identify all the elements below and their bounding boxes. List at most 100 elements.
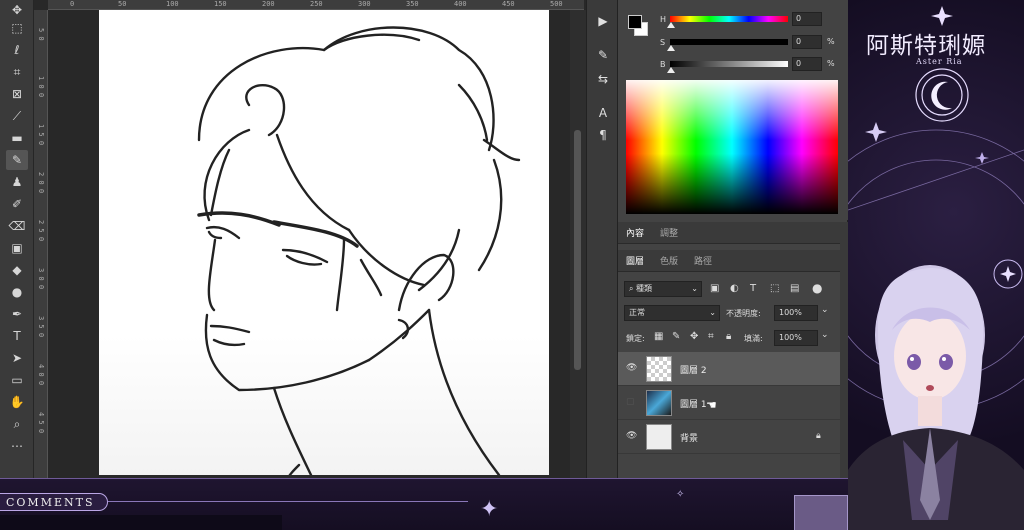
ruler-tick: 350 (406, 0, 419, 8)
dodge-tool-icon[interactable]: ● (6, 282, 28, 302)
ruler-tick: 2 5 0 (37, 220, 45, 242)
layer-row[interactable]: ▢ 圖層 1 ☚ (618, 386, 840, 420)
opacity-field[interactable]: 100% (774, 305, 818, 321)
shape-filter-icon[interactable]: ⬚ (770, 283, 779, 294)
more-tools-icon[interactable]: ⋯ (6, 436, 28, 456)
saturation-slider[interactable] (670, 39, 788, 45)
layer-name[interactable]: 圖層 2 (680, 363, 707, 376)
hue-slider-knob[interactable] (667, 22, 675, 28)
visibility-eye-icon[interactable]: 👁︎ (626, 363, 637, 373)
panel-scrollbar[interactable] (840, 230, 848, 478)
paragraph-panel-icon[interactable]: ¶ (594, 126, 612, 144)
saturation-slider-knob[interactable] (667, 45, 675, 51)
zoom-tool-icon[interactable]: ⌕ (6, 414, 28, 434)
eyedropper-tool-icon[interactable]: ⟋ (6, 106, 28, 126)
visibility-off-box[interactable]: ▢ (626, 397, 635, 407)
pixel-filter-icon[interactable]: ▣ (710, 283, 719, 294)
horizontal-ruler: 0 50 100 150 200 250 300 350 400 450 500 (48, 0, 584, 10)
brightness-unit: % (827, 59, 835, 68)
ruler-tick: 500 (550, 0, 563, 8)
lock-icon: 🔒︎ (816, 431, 821, 441)
type-tool-icon[interactable]: T (6, 326, 28, 346)
color-spectrum[interactable] (626, 80, 838, 214)
vertical-scrollbar[interactable] (570, 10, 586, 478)
layer-thumbnail (646, 424, 672, 450)
lock-transparent-icon[interactable]: ▦ (654, 331, 663, 342)
tools-panel: ✥ ⬚ ℓ ⌗ ⊠ ⟋ ▬ ✎ ♟ ✐ ⌫ ▣ ◆ ● ✒ T ➤ ▭ ✋ ⌕ … (0, 0, 34, 478)
brightness-slider-knob[interactable] (667, 67, 675, 73)
gradient-tool-icon[interactable]: ▣ (6, 238, 28, 258)
marquee-tool-icon[interactable]: ⬚ (6, 18, 28, 38)
hue-slider[interactable] (670, 16, 788, 22)
smart-object-filter-icon[interactable]: ▤ (790, 283, 799, 294)
move-tool-icon[interactable]: ✥ (6, 0, 28, 20)
lock-position-icon[interactable]: ✥ (690, 331, 698, 342)
brightness-slider[interactable] (670, 61, 788, 67)
lock-label: 鎖定: (626, 334, 645, 343)
vertical-ruler: 5 0 1 0 0 1 5 0 2 0 0 2 5 0 3 0 0 3 5 0 … (34, 10, 48, 478)
history-brush-tool-icon[interactable]: ✐ (6, 194, 28, 214)
stream-overlay: 阿斯特琍嫄 Aster Ria (848, 0, 1024, 530)
tab-channels[interactable]: 色版 (660, 254, 678, 267)
brightness-value-field[interactable]: 0 (792, 57, 822, 71)
visibility-eye-icon[interactable]: 👁︎ (626, 431, 637, 441)
brush-settings-icon[interactable]: ✎ (594, 46, 612, 64)
ruler-tick: 2 0 0 (37, 172, 45, 194)
opacity-chevron-icon[interactable]: ⌄ (821, 305, 829, 315)
shape-tool-icon[interactable]: ▭ (6, 370, 28, 390)
drawing-canvas[interactable] (99, 10, 549, 475)
play-actions-icon[interactable]: ▶ (594, 12, 612, 30)
layers-tabs: 圖層 色版 路徑 (618, 250, 848, 272)
pen-tool-icon[interactable]: ✒ (6, 304, 28, 324)
ruler-tick: 1 0 0 (37, 76, 45, 98)
brush-presets-icon[interactable]: ⇆ (594, 70, 612, 88)
stamp-tool-icon[interactable]: ♟ (6, 172, 28, 192)
layer-name[interactable]: 背景 (680, 431, 698, 444)
layer-row[interactable]: 👁︎ 背景 🔒︎ (618, 420, 840, 454)
properties-tabs: 內容 調整 (618, 222, 848, 244)
fill-field[interactable]: 100% (774, 330, 818, 346)
document-window: 0 50 100 150 200 250 300 350 400 450 500… (34, 0, 586, 478)
ruler-tick: 3 5 0 (37, 316, 45, 338)
star-decoration-icon: ✦ (480, 497, 499, 522)
stream-bottom-bar: COMMENTS ✦ ✧ (0, 478, 848, 530)
type-filter-icon[interactable]: T (750, 283, 756, 294)
tab-properties[interactable]: 內容 (626, 226, 644, 239)
tab-adjustments[interactable]: 調整 (660, 226, 678, 239)
crop-tool-icon[interactable]: ⌗ (6, 62, 28, 82)
frame-tool-icon[interactable]: ⊠ (6, 84, 28, 104)
ruler-tick: 5 0 (37, 28, 45, 41)
lasso-tool-icon[interactable]: ℓ (6, 40, 28, 60)
lock-artboard-icon[interactable]: ⌗ (708, 331, 714, 342)
lock-all-icon[interactable]: 🔒︎ (726, 331, 731, 342)
tab-paths[interactable]: 路徑 (694, 254, 712, 267)
layer-filter-value: 種類 (636, 284, 653, 293)
constellation-decoration (848, 6, 1024, 530)
eraser-tool-icon[interactable]: ⌫ (6, 216, 28, 236)
layer-name[interactable]: 圖層 1 (680, 397, 707, 410)
adjustment-filter-icon[interactable]: ◐ (730, 283, 739, 294)
ruler-tick: 400 (454, 0, 467, 8)
brush-tool-icon[interactable]: ✎ (6, 150, 28, 170)
star-decoration-icon: ✧ (676, 489, 685, 500)
ruler-tick: 3 0 0 (37, 268, 45, 290)
hue-value-field[interactable]: 0 (792, 12, 822, 26)
ruler-tick: 0 (70, 0, 75, 8)
saturation-label: S (660, 38, 666, 47)
healing-brush-tool-icon[interactable]: ▬ (6, 128, 28, 148)
fill-chevron-icon[interactable]: ⌄ (821, 330, 829, 340)
hand-tool-icon[interactable]: ✋ (6, 392, 28, 412)
character-panel-icon[interactable]: A (594, 104, 612, 122)
path-selection-tool-icon[interactable]: ➤ (6, 348, 28, 368)
lock-pixels-icon[interactable]: ✎ (672, 331, 680, 342)
saturation-value-field[interactable]: 0 (792, 35, 822, 49)
tab-layers[interactable]: 圖層 (626, 254, 644, 267)
blend-mode-select[interactable]: 正常 ⌄ (624, 305, 720, 321)
layer-filter-select[interactable]: ⌕ 種類 ⌄ (624, 281, 702, 297)
blur-tool-icon[interactable]: ◆ (6, 260, 28, 280)
panel-dock-strip: ▶ ✎ ⇆ A ¶ (586, 0, 618, 478)
layer-row[interactable]: 👁︎ 圖層 2 (618, 352, 840, 386)
filter-toggle-icon[interactable]: ● (812, 281, 822, 295)
foreground-color-swatch[interactable] (628, 15, 642, 29)
scrollbar-thumb[interactable] (574, 130, 581, 370)
